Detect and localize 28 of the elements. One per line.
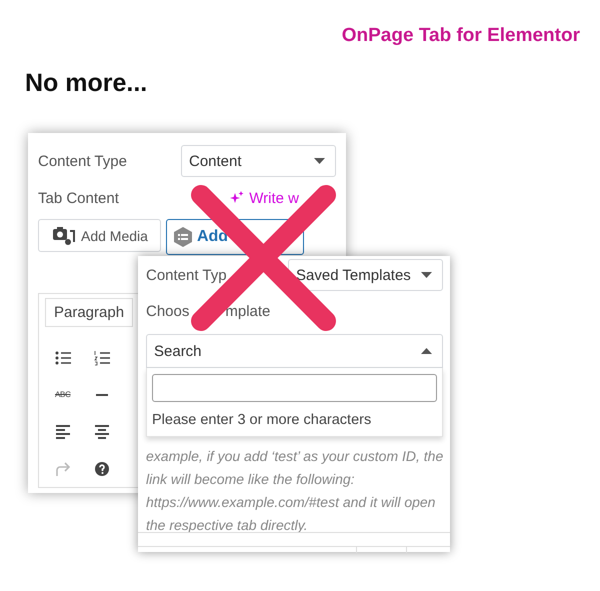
write-with-ai-link[interactable]: Write w [230,190,299,206]
align-center-icon[interactable] [94,424,110,440]
brand-title: OnPage Tab for Elementor [342,25,580,47]
hexagon-list-icon [172,227,193,247]
strikethrough-icon[interactable]: ABC [55,390,71,399]
caret-icon [421,348,432,354]
add-media-button[interactable]: Add Media [38,219,161,252]
align-left-icon[interactable] [55,424,71,440]
field-label: Tab Content [38,190,119,206]
field-label: Choos [146,303,190,322]
numbered-list-icon[interactable] [94,350,110,366]
bullet-list-icon[interactable] [55,350,71,366]
sparkle-icon [230,191,244,205]
help-text: example, if you add ‘test’ as your custom ID, the link will become like the following: https://www.example.com/#test and it will open the respective tab directly. [146,447,443,535]
field-label: Content Typ [146,266,227,284]
help-icon[interactable] [94,460,110,476]
caret-icon [421,272,432,278]
caret-icon [314,158,325,164]
field-label: Content Type [38,152,127,170]
select-field[interactable]: Search [146,334,443,368]
dropdown-message: Please enter 3 or more characters [152,412,372,428]
field-label: mplate [225,303,270,322]
headline: No more... [25,69,148,98]
format-dropdown[interactable]: Paragraph [45,298,134,327]
select-field[interactable]: Content [181,145,336,177]
media-icon [53,226,75,246]
select-field[interactable]: Saved Templates [288,259,443,291]
search-input[interactable] [152,374,437,402]
